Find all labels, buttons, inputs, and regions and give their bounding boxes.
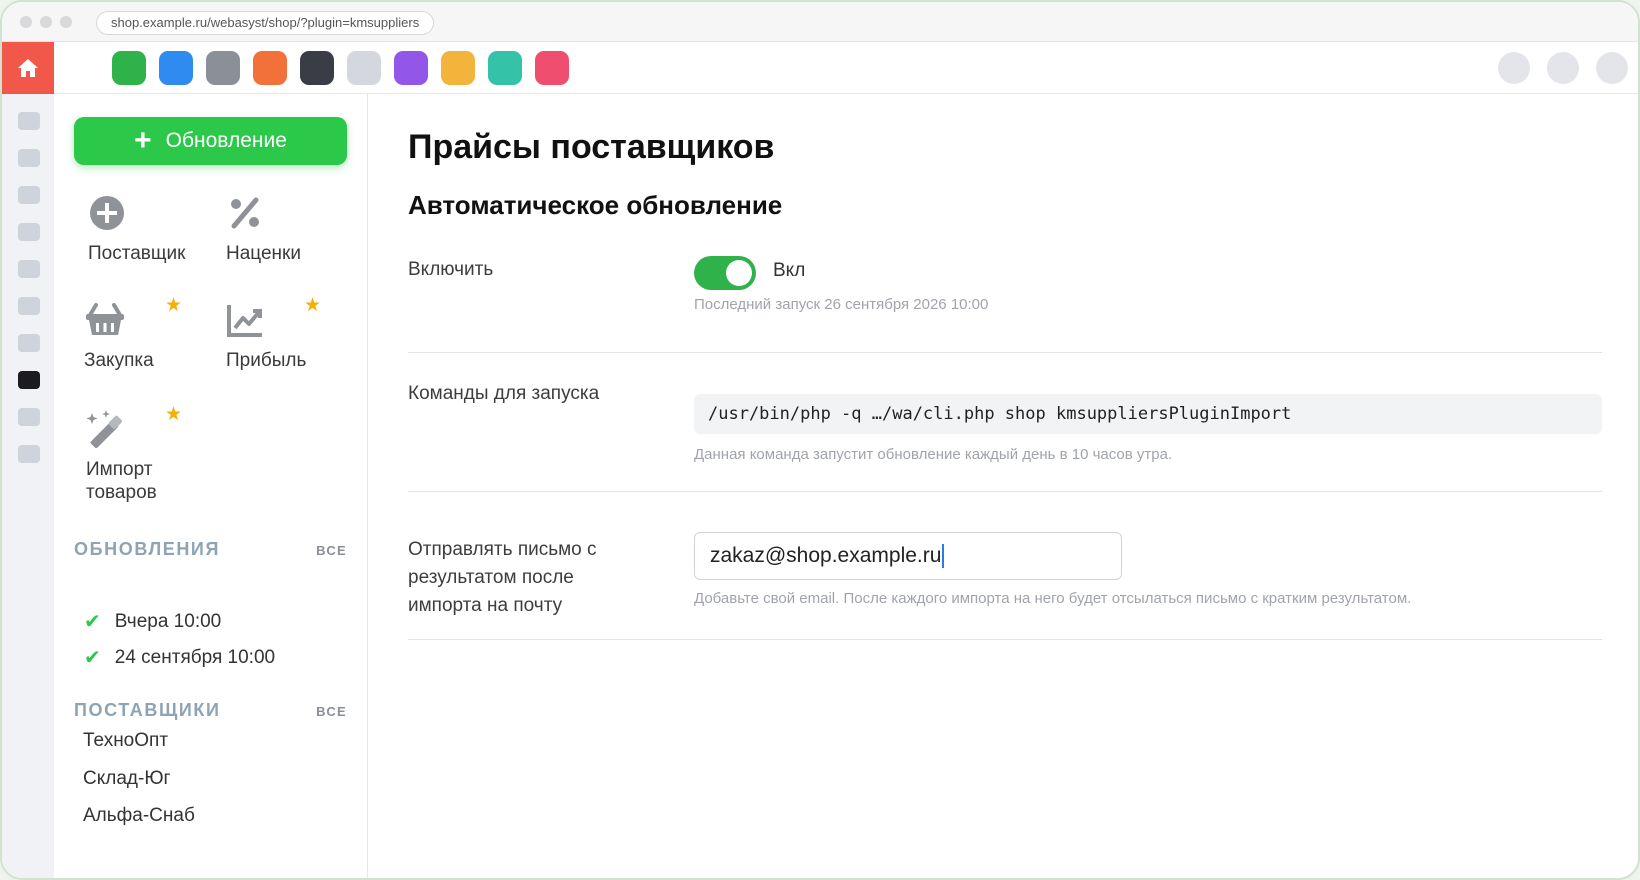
suppliers-header: ПОСТАВЩИКИ ВСЕ <box>74 700 347 721</box>
main-content: Прайсы поставщиков Автоматическое обновл… <box>368 94 1638 878</box>
email-value: zakaz@shop.example.ru <box>710 544 942 567</box>
email-hint: Добавьте свой email. После каждого импор… <box>694 590 1412 607</box>
tile-import-label: Импорт товаров <box>86 458 226 504</box>
plus-circle-icon <box>90 196 124 230</box>
app-gray[interactable] <box>206 51 240 85</box>
check-icon: ✔ <box>84 647 101 669</box>
app-purple[interactable] <box>394 51 428 85</box>
magic-wand-icon <box>86 410 122 448</box>
tile-import-label-line2: товаров <box>86 482 157 503</box>
update-item-label: Вчера 10:00 <box>114 610 222 632</box>
supplier-item[interactable]: Склад-Юг <box>83 768 170 790</box>
enable-toggle[interactable] <box>694 256 756 290</box>
rail-item-active[interactable] <box>18 371 40 389</box>
header-avatar-1[interactable] <box>1498 52 1530 84</box>
star-icon: ★ <box>165 404 183 425</box>
address-bar[interactable]: shop.example.ru/webasyst/shop/?plugin=km… <box>96 11 435 35</box>
rail-item[interactable] <box>18 260 40 278</box>
rail-item[interactable] <box>18 149 40 167</box>
section-title: Автоматическое обновление <box>408 190 783 220</box>
email-label-line3: импорта на почту <box>408 595 563 616</box>
suppliers-all-link[interactable]: ВСЕ <box>316 704 347 719</box>
updates-header: ОБНОВЛЕНИЯ ВСЕ <box>74 539 347 560</box>
app-yellow[interactable] <box>441 51 475 85</box>
divider <box>408 352 1602 353</box>
window-minimize-dot[interactable] <box>40 16 52 28</box>
rail-item[interactable] <box>18 408 40 426</box>
rail-item[interactable] <box>18 186 40 204</box>
tile-import[interactable]: Импорт товаров <box>86 410 226 504</box>
tile-supplier-label: Поставщик <box>88 243 186 264</box>
tile-import-label-line1: Импорт <box>86 459 153 480</box>
divider <box>408 491 1602 492</box>
tile-purchase[interactable]: Закупка <box>84 301 224 372</box>
basket-icon <box>86 303 124 335</box>
command-hint: Данная команда запустит обновление кажды… <box>694 446 1173 463</box>
rail-item[interactable] <box>18 445 40 463</box>
tile-supplier[interactable]: Поставщик <box>88 194 228 265</box>
app-dark[interactable] <box>300 51 334 85</box>
star-icon: ★ <box>304 295 322 316</box>
window-maximize-dot[interactable] <box>60 16 72 28</box>
app-window: shop.example.ru/webasyst/shop/?plugin=km… <box>0 0 1640 880</box>
rail-item[interactable] <box>18 334 40 352</box>
enable-label: Включить <box>408 259 494 280</box>
command-field[interactable]: /usr/bin/php -q …/wa/cli.php shop kmsupp… <box>694 394 1602 434</box>
header-avatar-3[interactable] <box>1596 52 1628 84</box>
app-light[interactable] <box>347 51 381 85</box>
sidebar: + Обновление Поставщик Наценки Закупка ★… <box>54 94 368 878</box>
app-bar <box>2 42 1638 94</box>
supplier-item[interactable]: Альфа-Снаб <box>83 805 195 827</box>
check-icon: ✔ <box>84 611 101 633</box>
header-avatar-2[interactable] <box>1547 52 1579 84</box>
update-item[interactable]: ✔ Вчера 10:00 <box>84 609 221 634</box>
tile-markups-label: Наценки <box>226 243 301 264</box>
supplier-item[interactable]: ТехноОпт <box>83 730 168 752</box>
suppliers-title: ПОСТАВЩИКИ <box>74 700 221 720</box>
app-orange[interactable] <box>253 51 287 85</box>
toggle-knob <box>726 260 752 286</box>
app-teal[interactable] <box>488 51 522 85</box>
rail-item[interactable] <box>18 297 40 315</box>
browser-bar: shop.example.ru/webasyst/shop/?plugin=km… <box>2 2 1638 42</box>
divider <box>408 639 1602 640</box>
window-close-dot[interactable] <box>20 16 32 28</box>
update-item-label: 24 сентября 10:00 <box>114 646 276 668</box>
home-button[interactable] <box>2 42 54 94</box>
rail-item[interactable] <box>18 112 40 130</box>
email-label-line1: Отправлять письмо с <box>408 539 597 560</box>
plus-icon: + <box>134 124 152 157</box>
app-green[interactable] <box>112 51 146 85</box>
update-item[interactable]: ✔ 24 сентября 10:00 <box>84 645 275 670</box>
left-rail <box>2 94 54 878</box>
home-icon <box>18 59 38 77</box>
app-pink[interactable] <box>535 51 569 85</box>
rail-item[interactable] <box>18 223 40 241</box>
chart-icon <box>227 305 262 337</box>
percent-icon <box>231 197 259 229</box>
new-update-button[interactable]: + Обновление <box>74 117 347 165</box>
last-run-hint: Последний запуск 26 сентября 2026 10:00 <box>694 296 989 313</box>
app-blue[interactable] <box>159 51 193 85</box>
email-field[interactable]: zakaz@shop.example.ru <box>694 532 1122 580</box>
tile-purchase-label: Закупка <box>84 350 154 371</box>
email-label: Отправлять письмо с результатом после им… <box>408 536 638 620</box>
updates-all-link[interactable]: ВСЕ <box>316 543 347 558</box>
command-label: Команды для запуска <box>408 383 600 404</box>
text-caret <box>942 544 945 569</box>
tile-profit-label: Прибыль <box>226 350 307 371</box>
new-update-label: Обновление <box>165 129 287 152</box>
updates-title: ОБНОВЛЕНИЯ <box>74 539 220 559</box>
page-title: Прайсы поставщиков <box>408 128 775 166</box>
star-icon: ★ <box>165 295 183 316</box>
enable-state: Вкл <box>773 260 806 281</box>
tile-profit[interactable]: Прибыль <box>226 301 366 372</box>
tile-markups[interactable]: Наценки <box>226 194 366 265</box>
email-label-line2: результатом после <box>408 567 574 588</box>
